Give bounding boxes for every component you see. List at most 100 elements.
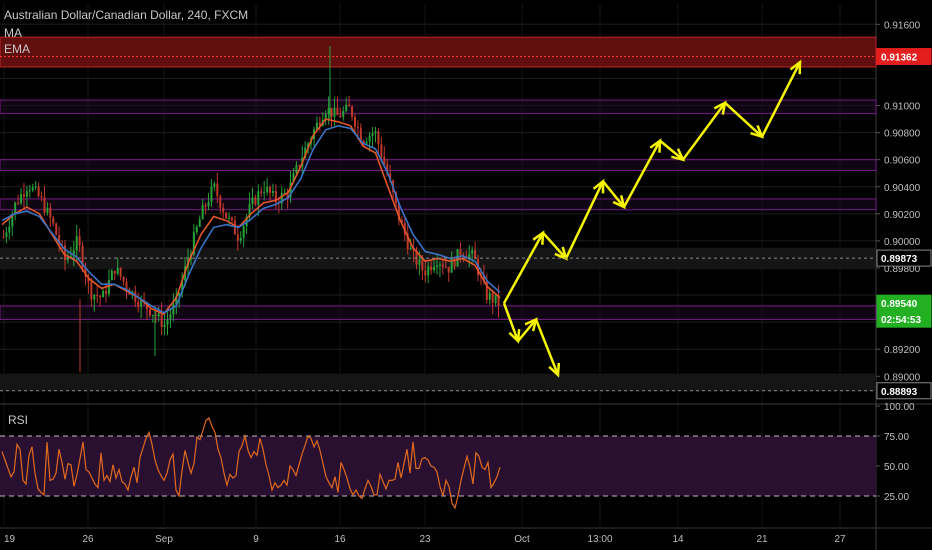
candle-up	[251, 197, 254, 205]
price-tick-label: 0.90400	[884, 183, 921, 194]
chart-title: Australian Dollar/Canadian Dollar, 240, …	[4, 8, 249, 22]
candle-down	[96, 294, 99, 297]
projection-up-arrow-segment	[622, 140, 662, 208]
candle-up	[438, 264, 441, 266]
candle-up	[333, 107, 336, 117]
candle-down	[254, 197, 257, 205]
price-tick-label: 0.91000	[884, 102, 921, 113]
candle-down	[421, 259, 424, 271]
candle-up	[427, 266, 430, 276]
candle-down	[122, 276, 125, 282]
candle-up	[166, 319, 169, 325]
candle-up	[213, 183, 216, 187]
level-band	[0, 373, 876, 392]
candle-up	[110, 270, 113, 281]
candle-down	[55, 223, 58, 235]
candle-up	[210, 186, 213, 203]
price-badge-label: 0.89873	[881, 254, 918, 265]
candle-down	[236, 234, 239, 241]
candle-down	[230, 217, 233, 221]
rsi-tick-label: 50.00	[884, 462, 909, 473]
candle-up	[266, 186, 269, 193]
candle-up	[8, 226, 11, 233]
time-tick-label: 27	[834, 534, 846, 545]
candle-down	[113, 270, 116, 274]
candle-up	[342, 110, 345, 118]
rsi-tick-label: 25.00	[884, 492, 909, 503]
ema-study-label[interactable]: EMA	[4, 42, 30, 56]
candle-down	[216, 183, 219, 197]
candle-up	[368, 135, 371, 142]
candle-up	[163, 324, 166, 328]
time-tick-label: Sep	[155, 534, 173, 545]
candle-up	[471, 250, 474, 254]
candle-down	[459, 249, 462, 256]
rsi-band	[0, 436, 876, 496]
price-tick-label: 0.89200	[884, 345, 921, 356]
time-tick-label: 9	[253, 534, 259, 545]
candle-up	[374, 131, 377, 134]
candle-up	[433, 266, 436, 271]
candle-down	[137, 301, 140, 307]
candle-down	[336, 107, 339, 116]
candle-down	[119, 267, 122, 277]
candle-up	[75, 236, 78, 251]
candle-up	[34, 186, 37, 188]
rsi-label[interactable]: RSI	[8, 413, 28, 427]
candle-up	[327, 108, 330, 115]
candle-up	[195, 226, 198, 233]
candle-down	[222, 207, 225, 213]
candle-down	[99, 296, 102, 298]
candle-up	[169, 314, 172, 320]
candle-up	[271, 190, 274, 193]
candle-down	[204, 205, 207, 207]
candle-down	[219, 196, 222, 208]
rsi-tick-label: 100.00	[884, 402, 915, 413]
candle-up	[20, 194, 23, 204]
candle-down	[351, 106, 354, 117]
price-badge-label: 0.88893	[881, 387, 918, 398]
candle-down	[447, 266, 450, 273]
candle-down	[63, 245, 66, 261]
candle-down	[339, 115, 342, 118]
candle-down	[441, 264, 444, 267]
chart-canvas: 0.91600 0.91000 0.90800 0.90600 0.90400 0.902…	[0, 0, 932, 550]
candle-up	[157, 313, 160, 317]
candle-down	[260, 191, 263, 194]
candle-up	[198, 219, 201, 227]
candle-up	[371, 133, 374, 136]
price-badge-label: 02:54:53	[881, 315, 921, 326]
candle-up	[25, 191, 28, 197]
projection-up-arrow-segment	[760, 61, 802, 138]
candle-down	[330, 108, 333, 117]
candle-up	[46, 207, 49, 213]
candle-down	[22, 194, 25, 197]
candle-up	[409, 248, 412, 250]
candle-down	[43, 197, 46, 213]
time-tick-label: Oct	[514, 534, 530, 545]
support-resistance-zone	[0, 99, 877, 115]
projection-down-arrow-segment	[534, 318, 560, 376]
rsi-tick-label: 75.00	[884, 432, 909, 443]
price-badge-label: 0.91362	[881, 53, 918, 64]
chart-area: 0.91600 0.91000 0.90800 0.90600 0.90400 0.902…	[0, 0, 932, 550]
support-resistance-zone	[0, 198, 877, 211]
time-tick-label: 26	[82, 534, 94, 545]
candle-up	[107, 280, 110, 294]
candle-up	[207, 202, 210, 207]
candle-up	[257, 191, 260, 205]
candle-down	[444, 266, 447, 268]
projection-up-arrow-segment	[564, 180, 605, 260]
candle-down	[125, 281, 128, 290]
candle-up	[239, 237, 242, 241]
candle-down	[17, 202, 20, 204]
ma-study-label[interactable]: MA	[4, 26, 22, 40]
time-tick-label: 23	[419, 534, 431, 545]
price-tick-label: 0.90600	[884, 156, 921, 167]
candle-down	[148, 309, 151, 316]
candle-up	[102, 290, 105, 298]
candle-down	[37, 186, 40, 196]
candle-down	[90, 282, 93, 300]
time-tick-label: 14	[672, 534, 684, 545]
candle-up	[436, 265, 439, 267]
